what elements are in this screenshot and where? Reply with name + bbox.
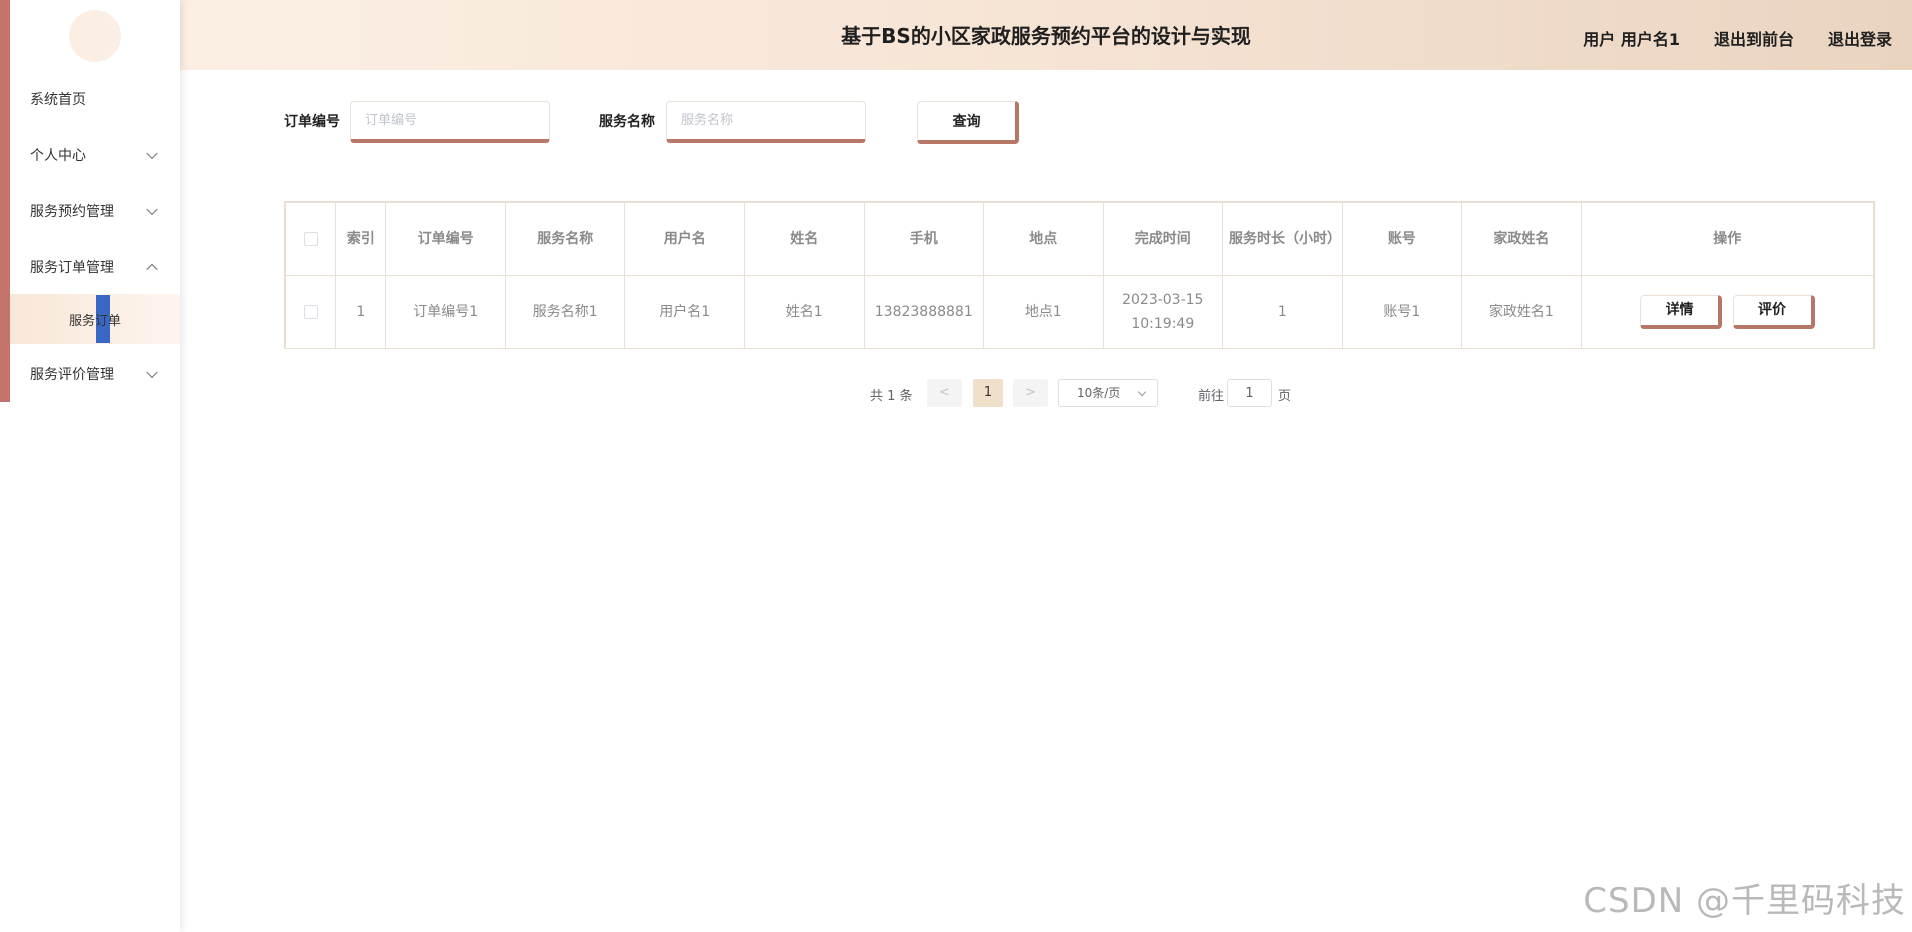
select-all-checkbox[interactable] bbox=[303, 232, 318, 246]
column-header: 订单编号 bbox=[385, 202, 506, 276]
query-button[interactable]: 查询 bbox=[917, 101, 1019, 144]
cell-duration: 1 bbox=[1222, 275, 1343, 349]
sidebar-item-label: 个人中心 bbox=[30, 148, 86, 164]
user-label[interactable]: 用户 用户名1 bbox=[1583, 26, 1680, 50]
cell-name: 姓名1 bbox=[743, 275, 865, 349]
sidebar-subitem-label: 服务订单 bbox=[68, 313, 121, 329]
column-header: 家政姓名 bbox=[1461, 202, 1582, 276]
goto-label: 前往 bbox=[1198, 389, 1225, 404]
goto-unit-label: 页 bbox=[1278, 389, 1292, 404]
chevron-down-icon bbox=[146, 203, 158, 216]
detail-button[interactable]: 详情 bbox=[1640, 295, 1723, 329]
next-page-button[interactable]: > bbox=[1013, 379, 1048, 407]
column-header: 手机 bbox=[863, 202, 985, 276]
sidebar-item-label: 服务订单管理 bbox=[30, 260, 114, 276]
sidebar-item-order-management[interactable]: 服务订单管理 bbox=[0, 239, 180, 295]
sidebar-item-profile[interactable]: 个人中心 bbox=[0, 127, 180, 183]
sidebar-item-label: 系统首页 bbox=[30, 92, 86, 108]
header-links: 用户 用户名1 退出到前台 退出登录 bbox=[1583, 0, 1892, 76]
order-no-input[interactable] bbox=[350, 101, 550, 143]
cell-finish-time: 2023-03-15 10:19:49 bbox=[1102, 275, 1224, 349]
column-header: 完成时间 bbox=[1102, 202, 1224, 276]
column-header: 用户名 bbox=[624, 202, 745, 276]
service-name-label: 服务名称 bbox=[599, 114, 655, 130]
page-size-select[interactable]: 10条/页 bbox=[1058, 379, 1158, 407]
watermark: CSDN @千里码科技 bbox=[1583, 881, 1906, 921]
sidebar: 系统首页 个人中心 服务预约管理 服务订单管理 服务订单 服务评价管理 bbox=[0, 0, 180, 932]
column-header: 姓名 bbox=[743, 202, 865, 276]
table-row: 1 订单编号1 服务名称1 用户名1 姓名1 13823888881 地点1 2… bbox=[284, 275, 1875, 349]
sidebar-item-label: 服务评价管理 bbox=[30, 367, 114, 383]
pagination-total: 共 1 条 bbox=[870, 389, 913, 404]
column-header: 操作 bbox=[1580, 202, 1875, 276]
cell-phone: 13823888881 bbox=[863, 275, 985, 349]
sidebar-item-booking-management[interactable]: 服务预约管理 bbox=[0, 183, 180, 239]
chevron-down-icon bbox=[146, 366, 158, 379]
sidebar-item-home[interactable]: 系统首页 bbox=[0, 71, 180, 127]
sidebar-item-review-management[interactable]: 服务评价管理 bbox=[0, 346, 180, 402]
page-size-value: 10条/页 bbox=[1077, 386, 1121, 400]
cell-location: 地点1 bbox=[983, 275, 1104, 349]
page-number-button[interactable]: 1 bbox=[973, 379, 1003, 407]
service-name-input[interactable] bbox=[666, 101, 866, 143]
sidebar-subitem-service-orders[interactable]: 服务订单 bbox=[10, 294, 180, 344]
cell-account: 账号1 bbox=[1341, 275, 1463, 349]
select-all-cell[interactable] bbox=[284, 202, 337, 276]
column-header: 账号 bbox=[1341, 202, 1463, 276]
sidebar-item-label: 服务预约管理 bbox=[30, 204, 114, 220]
pagination: 共 1 条 < 1 > 10条/页 前往 页 bbox=[0, 378, 1912, 408]
order-no-label: 订单编号 bbox=[284, 114, 340, 130]
cell-username: 用户名1 bbox=[624, 275, 745, 349]
logout-link[interactable]: 退出登录 bbox=[1828, 26, 1892, 50]
cell-actions: 详情 评价 bbox=[1580, 275, 1875, 349]
goto-page-input[interactable] bbox=[1227, 379, 1272, 407]
column-header: 服务名称 bbox=[504, 202, 626, 276]
avatar[interactable] bbox=[69, 10, 121, 62]
cell-service-name: 服务名称1 bbox=[504, 275, 626, 349]
chevron-up-icon bbox=[146, 263, 158, 276]
exit-to-front-link[interactable]: 退出到前台 bbox=[1714, 26, 1794, 50]
table-header-row: 索引 订单编号 服务名称 用户名 姓名 手机 地点 完成时间 服务时长（小时） … bbox=[284, 202, 1875, 276]
cell-housekeeper: 家政姓名1 bbox=[1461, 275, 1582, 349]
orders-table: 索引 订单编号 服务名称 用户名 姓名 手机 地点 完成时间 服务时长（小时） … bbox=[284, 201, 1875, 349]
review-button[interactable]: 评价 bbox=[1732, 295, 1815, 329]
chevron-down-icon bbox=[1137, 387, 1147, 397]
column-header: 服务时长（小时） bbox=[1222, 202, 1343, 276]
chevron-down-icon bbox=[146, 147, 158, 160]
column-header: 地点 bbox=[983, 202, 1104, 276]
prev-page-button[interactable]: < bbox=[927, 379, 962, 407]
column-header: 索引 bbox=[335, 202, 387, 276]
cell-index: 1 bbox=[335, 275, 387, 349]
row-checkbox[interactable] bbox=[303, 305, 318, 319]
cell-order-no: 订单编号1 bbox=[385, 275, 506, 349]
top-header: 基于BS的小区家政服务预约平台的设计与实现 用户 用户名1 退出到前台 退出登录 bbox=[180, 0, 1912, 70]
row-select-cell[interactable] bbox=[284, 275, 337, 349]
